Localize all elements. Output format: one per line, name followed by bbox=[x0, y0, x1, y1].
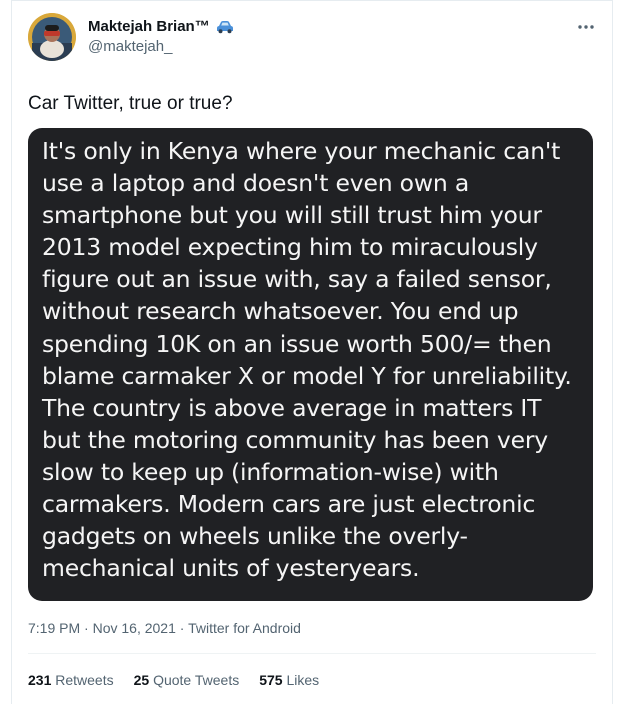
author-handle[interactable]: @maktejah_ bbox=[88, 37, 234, 57]
quote-tweets-label: Quote Tweets bbox=[153, 672, 240, 688]
meta-separator: · bbox=[84, 620, 89, 636]
likes-stat[interactable]: 575 Likes bbox=[259, 670, 319, 690]
tweet-metadata: 7:19 PM · Nov 16, 2021 · Twitter for And… bbox=[28, 618, 301, 638]
retweets-count: 231 bbox=[28, 672, 52, 688]
tweet-time[interactable]: 7:19 PM bbox=[28, 620, 80, 636]
tweet-card: Maktejah Brian™ @maktejah_ Car Twitter, … bbox=[11, 0, 613, 704]
tweet-date[interactable]: Nov 16, 2021 bbox=[93, 620, 176, 636]
avatar-image bbox=[28, 13, 76, 61]
meta-separator: · bbox=[179, 620, 185, 636]
divider bbox=[28, 653, 596, 654]
display-name[interactable]: Maktejah Brian™ bbox=[88, 17, 234, 37]
likes-label: Likes bbox=[286, 672, 320, 688]
display-name-text: Maktejah Brian™ bbox=[88, 18, 210, 35]
tweet-source[interactable]: Twitter for Android bbox=[188, 620, 301, 636]
retweets-label: Retweets bbox=[55, 672, 114, 688]
quote-tweets-count: 25 bbox=[133, 672, 150, 688]
quote-tweets-stat[interactable]: 25 Quote Tweets bbox=[134, 670, 240, 690]
retweets-stat[interactable]: 231 Retweets bbox=[28, 670, 114, 690]
tweet-text: Car Twitter, true or true? bbox=[28, 93, 233, 114]
tweet-header: Maktejah Brian™ @maktejah_ bbox=[28, 13, 598, 73]
tweet-media-image[interactable]: It's only in Kenya where your mechanic c… bbox=[28, 128, 593, 601]
likes-count: 575 bbox=[259, 672, 283, 688]
more-options-icon[interactable] bbox=[576, 21, 596, 35]
car-emoji-icon bbox=[216, 20, 234, 34]
tweet-stats: 231 Retweets 25 Quote Tweets 575 Likes bbox=[28, 670, 319, 690]
author-block: Maktejah Brian™ @maktejah_ bbox=[88, 17, 234, 57]
media-image-text: It's only in Kenya where your mechanic c… bbox=[42, 137, 572, 583]
avatar[interactable] bbox=[28, 13, 76, 61]
